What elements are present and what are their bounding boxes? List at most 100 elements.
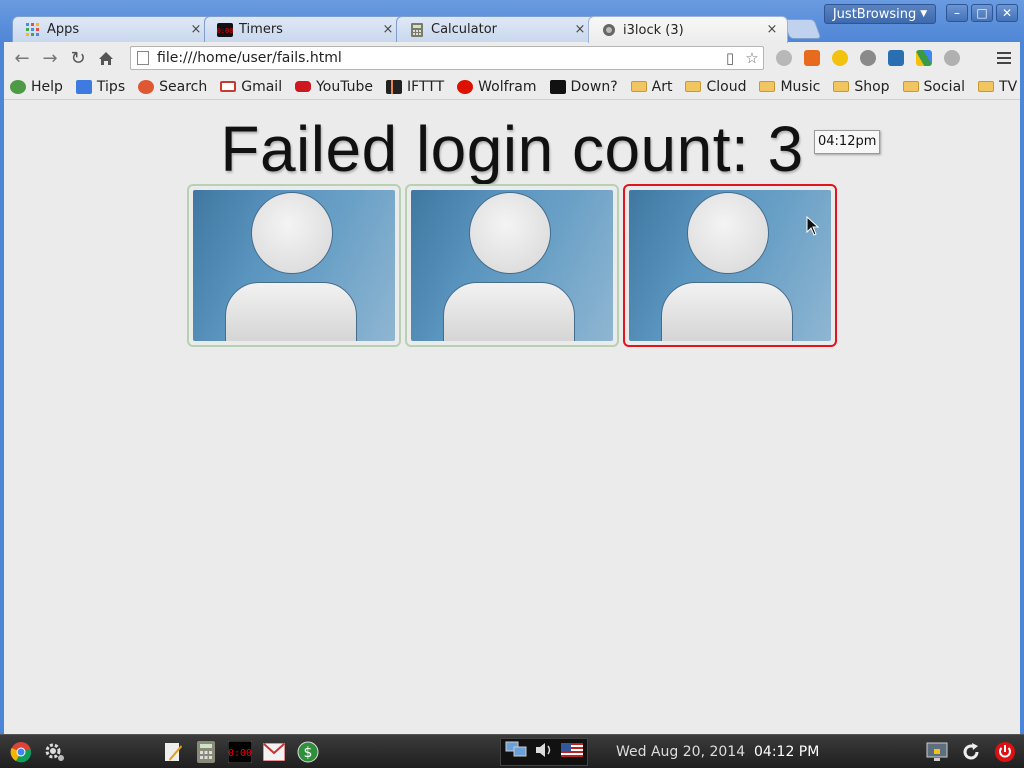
maximize-button[interactable]: □ [971, 4, 993, 22]
reader-mode-icon[interactable]: ▯ [719, 47, 741, 69]
tab-title: Timers [239, 22, 283, 37]
taskbar: 0:00 $ Wed Aug 20, 2014 04:12 PM [0, 734, 1024, 768]
bookmark-label: Gmail [241, 78, 283, 95]
bookmark-label: IFTTT [407, 78, 445, 95]
chevron-down-icon: ▼ [920, 9, 928, 19]
bookmark-label: Shop [854, 78, 890, 95]
gmail-icon [220, 81, 237, 92]
bookmark-label: Wolfram [478, 78, 537, 95]
bookmark-wolfram[interactable]: Wolfram [457, 78, 537, 95]
duckduckgo-icon [138, 79, 155, 94]
user-avatar-image [411, 190, 613, 341]
mouse-cursor-icon [806, 216, 820, 236]
minimize-button[interactable]: – [946, 4, 968, 22]
bookmark-search[interactable]: Search [138, 79, 207, 95]
bookmark-folder-art[interactable]: Art [630, 78, 673, 95]
login-attempt-1 [187, 184, 401, 347]
google-plus-icon [75, 79, 92, 94]
address-bar[interactable]: file:///home/user/fails.html ▯ ☆ [130, 46, 764, 70]
settings-gear-icon[interactable] [42, 739, 68, 765]
wolfram-icon [457, 79, 474, 94]
folder-icon [833, 81, 850, 92]
privacy-extension-icon[interactable] [854, 46, 882, 70]
screenshot-extension-icon[interactable] [882, 46, 910, 70]
back-arrow-icon[interactable]: ← [8, 44, 36, 72]
text-editor-icon[interactable] [160, 739, 186, 765]
fox-extension-icon[interactable] [798, 46, 826, 70]
bookmark-label: Cloud [706, 78, 747, 95]
youtube-icon [295, 81, 312, 92]
hangouts-extension-icon[interactable] [938, 46, 966, 70]
folder-icon [759, 81, 776, 92]
folder-icon [630, 81, 647, 92]
browser-window: Apps × 0:00 Timers × Calculator × i3lock… [0, 0, 1024, 734]
bookmark-folder-tv[interactable]: TV [978, 79, 1017, 95]
taskbar-clock[interactable]: Wed Aug 20, 2014 04:12 PM [616, 735, 819, 768]
folder-icon [978, 81, 995, 92]
bookmark-label: Social [923, 78, 966, 95]
bookmark-label: Music [780, 78, 821, 95]
volume-icon[interactable] [534, 741, 554, 763]
bookmark-label: Help [31, 78, 63, 95]
power-icon[interactable] [992, 739, 1018, 765]
bookmark-help[interactable]: Help [10, 79, 63, 95]
tab-timers[interactable]: 0:00 Timers × [204, 16, 404, 42]
calculator-icon[interactable] [193, 739, 219, 765]
new-tab-button[interactable] [782, 19, 822, 39]
system-tray [500, 738, 588, 766]
refresh-icon[interactable] [958, 739, 984, 765]
tab-apps[interactable]: Apps × [12, 16, 212, 42]
bookmark-tips[interactable]: Tips [75, 79, 125, 95]
user-avatar-image [629, 190, 831, 341]
profile-name: JustBrowsing [832, 6, 917, 22]
drive-extension-icon[interactable] [910, 46, 938, 70]
calculator-icon [409, 22, 425, 38]
home-icon[interactable] [92, 44, 120, 72]
reload-icon[interactable]: ↻ [64, 44, 92, 72]
profile-button[interactable]: JustBrowsing ▼ [824, 4, 936, 24]
tab-title: Apps [47, 22, 80, 37]
user-avatar-image [193, 190, 395, 341]
bookmark-folder-shop[interactable]: Shop [833, 78, 890, 95]
folder-icon [902, 81, 919, 92]
timer-icon[interactable]: 0:00 [227, 739, 253, 765]
extensions-area [770, 46, 966, 70]
login-attempt-2 [405, 184, 619, 347]
svg-text:0:00: 0:00 [217, 27, 233, 35]
help-icon [10, 79, 26, 94]
mail-icon[interactable] [261, 739, 287, 765]
bookmark-down[interactable]: Down? [549, 78, 618, 95]
close-window-button[interactable]: ✕ [996, 4, 1018, 22]
search-extension-icon[interactable] [770, 46, 798, 70]
login-attempt-3[interactable] [623, 184, 837, 347]
forward-arrow-icon[interactable]: → [36, 44, 64, 72]
timestamp-tooltip: 04:12pm [814, 130, 881, 154]
money-icon[interactable]: $ [295, 739, 321, 765]
bookmark-folder-music[interactable]: Music [759, 79, 820, 95]
bookmark-label: Search [159, 78, 208, 95]
close-tab-icon[interactable]: × [189, 22, 203, 37]
honey-extension-icon[interactable] [826, 46, 854, 70]
close-tab-icon[interactable]: × [381, 22, 395, 37]
display-lock-icon[interactable] [924, 739, 950, 765]
bookmark-gmail[interactable]: Gmail [220, 79, 282, 95]
network-icon[interactable] [505, 741, 527, 763]
bookmark-label: Down? [570, 78, 618, 95]
close-tab-icon[interactable]: × [765, 23, 779, 37]
tab-title: i3lock (3) [623, 22, 684, 38]
tab-i3lock[interactable]: i3lock (3) × [588, 16, 788, 43]
title-bar: Apps × 0:00 Timers × Calculator × i3lock… [0, 0, 1024, 43]
bookmark-youtube[interactable]: YouTube [295, 79, 373, 95]
tab-calculator[interactable]: Calculator × [396, 16, 596, 42]
close-tab-icon[interactable]: × [573, 22, 587, 37]
bookmark-ifttt[interactable]: IFTTT [386, 79, 444, 95]
clock-time: 04:12 PM [754, 744, 820, 760]
chrome-menu-icon[interactable] [994, 48, 1014, 68]
us-flag-icon[interactable] [561, 743, 584, 761]
down-checker-icon [549, 79, 566, 94]
bookmark-folder-social[interactable]: Social [902, 78, 966, 95]
bookmark-label: Art [651, 78, 673, 95]
chrome-icon[interactable] [8, 739, 34, 765]
bookmark-folder-cloud[interactable]: Cloud [685, 79, 746, 95]
bookmark-star-icon[interactable]: ☆ [741, 47, 763, 69]
